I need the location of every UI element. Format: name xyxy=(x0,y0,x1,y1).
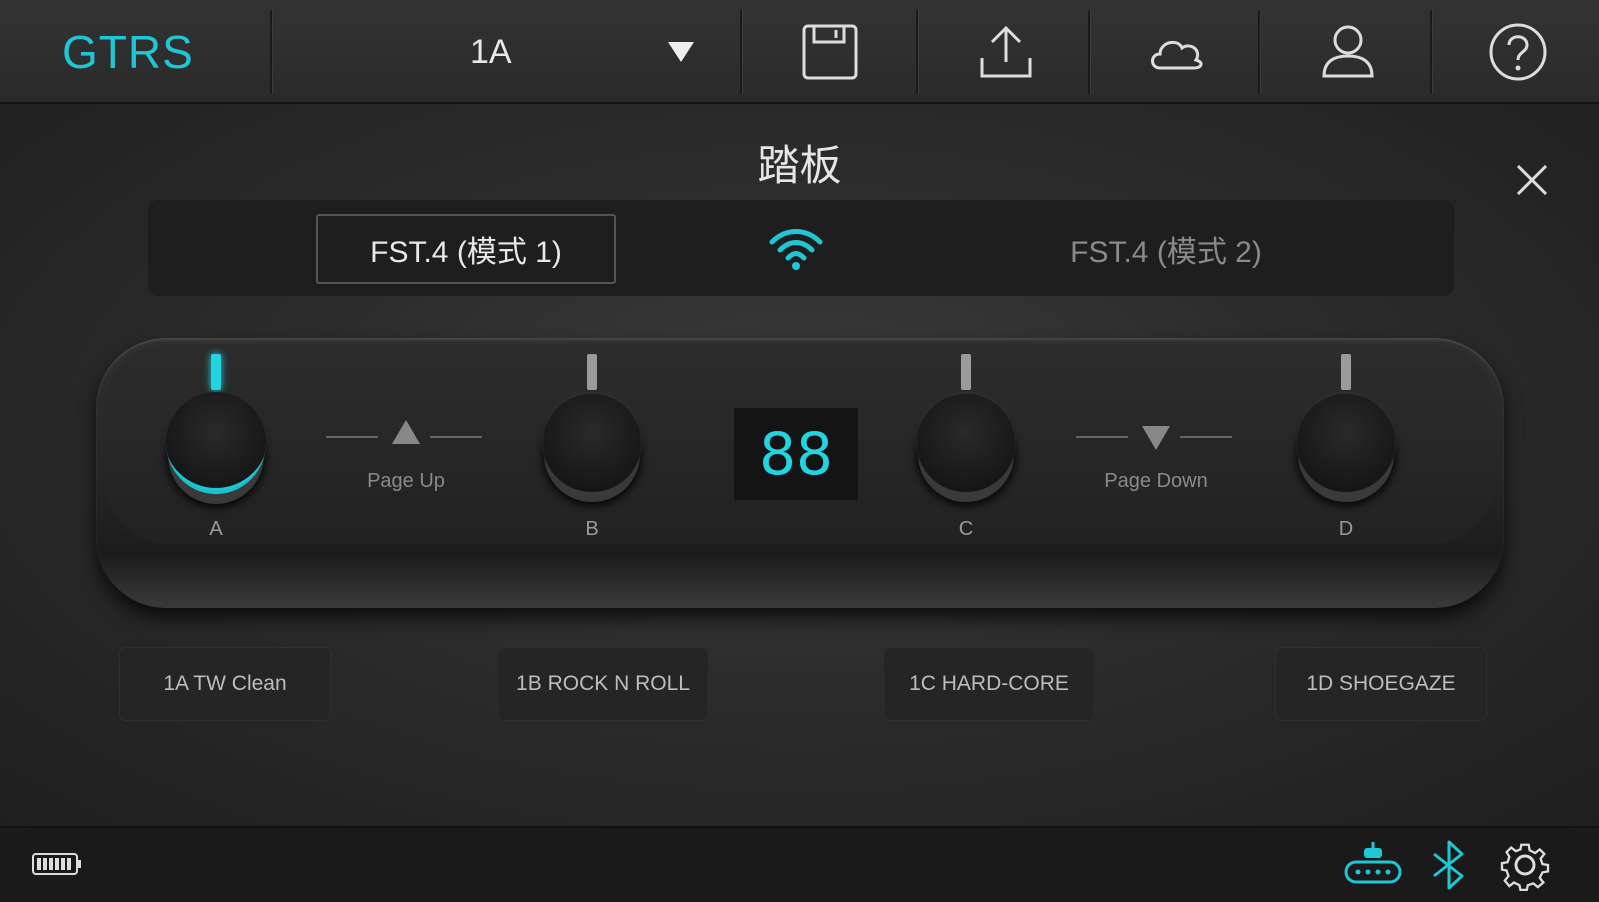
divider xyxy=(1258,10,1261,94)
save-icon xyxy=(802,24,858,80)
help-button[interactable] xyxy=(1458,14,1578,90)
page-up-control[interactable]: Page Up xyxy=(326,418,486,508)
top-toolbar: GTRS 1A xyxy=(0,0,1599,104)
divider xyxy=(916,10,919,94)
divider xyxy=(270,10,273,94)
arrow-down-icon xyxy=(1142,426,1170,450)
switch-label: A xyxy=(209,518,223,540)
preset-chip-d[interactable]: 1D SHOEGAZE xyxy=(1276,648,1486,720)
cloud-icon xyxy=(1151,40,1203,70)
upload-icon xyxy=(980,25,1032,78)
switch-knob xyxy=(916,392,1016,492)
led-indicator xyxy=(1341,354,1351,390)
wifi-icon xyxy=(769,229,823,270)
close-icon[interactable] xyxy=(1510,158,1554,202)
divider xyxy=(1180,436,1232,438)
mode-1-button[interactable]: FST.4 (模式 1) xyxy=(316,214,616,284)
preset-chip-b[interactable]: 1B ROCK N ROLL xyxy=(498,648,708,720)
page-down-label: Page Down xyxy=(1104,470,1208,492)
switch-label: D xyxy=(1338,518,1354,540)
pedal-device-icon[interactable] xyxy=(1342,838,1404,892)
switch-label: C xyxy=(958,518,974,540)
switch-knob xyxy=(1296,392,1396,492)
footswitch-b[interactable]: B xyxy=(532,348,652,548)
divider xyxy=(1076,436,1128,438)
divider xyxy=(1088,10,1091,94)
divider xyxy=(430,436,482,438)
bluetooth-icon[interactable] xyxy=(1418,838,1480,892)
save-button[interactable] xyxy=(770,14,890,90)
user-icon xyxy=(1322,25,1374,78)
preset-value: 1A xyxy=(470,32,512,71)
switch-knob xyxy=(166,392,266,494)
footswitch-pedal: A Page Up B 88 C Page Down D xyxy=(96,338,1504,608)
mode-2-button[interactable]: FST.4 (模式 2) xyxy=(1016,214,1316,284)
gear-icon[interactable] xyxy=(1494,838,1556,892)
led-indicator xyxy=(211,354,221,390)
preset-chip-a[interactable]: 1A TW Clean xyxy=(120,648,330,720)
led-indicator xyxy=(587,354,597,390)
page-up-label: Page Up xyxy=(367,470,445,492)
mode-selector: FST.4 (模式 1) FST.4 (模式 2) xyxy=(148,200,1454,296)
cloud-button[interactable] xyxy=(1116,14,1236,90)
pedal-panel: 踏板 FST.4 (模式 1) FST.4 (模式 2) A Page Up B xyxy=(0,104,1599,826)
switch-label: B xyxy=(585,518,599,540)
footswitch-d[interactable]: D xyxy=(1286,348,1406,548)
preset-chip-c[interactable]: 1C HARD-CORE xyxy=(884,648,1094,720)
divider xyxy=(326,436,378,438)
footswitch-c[interactable]: C xyxy=(906,348,1026,548)
upload-button[interactable] xyxy=(946,14,1066,90)
help-icon xyxy=(1489,23,1547,81)
app-logo: GTRS xyxy=(62,14,194,90)
panel-title: 踏板 xyxy=(757,142,842,189)
footswitch-a[interactable]: A xyxy=(156,348,276,548)
preset-dropdown[interactable]: 1A xyxy=(290,14,730,90)
arrow-up-icon xyxy=(392,420,420,444)
led-indicator xyxy=(961,354,971,390)
led-display: 88 xyxy=(734,408,858,500)
page-down-control[interactable]: Page Down xyxy=(1076,418,1236,508)
switch-knob xyxy=(542,392,642,492)
status-bar xyxy=(0,826,1599,902)
battery-icon xyxy=(32,853,81,875)
divider xyxy=(1430,10,1433,94)
logo-text: GTRS xyxy=(62,26,194,78)
divider xyxy=(740,10,743,94)
account-button[interactable] xyxy=(1288,14,1408,90)
caret-down-icon xyxy=(668,42,694,62)
